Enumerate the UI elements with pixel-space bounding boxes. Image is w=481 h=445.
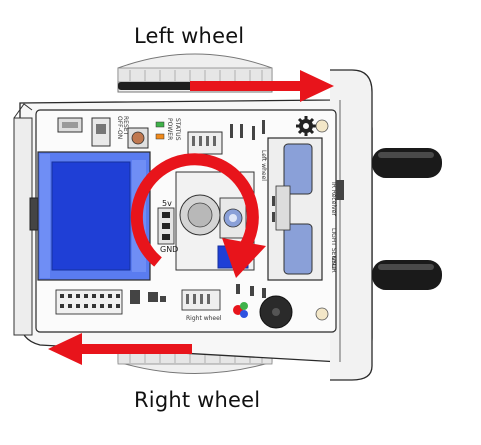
- label-gnd: GND: [160, 245, 178, 254]
- front-tire-bottom: [372, 260, 442, 290]
- bottom-pin-header: [55, 289, 123, 315]
- robot-top-view: OFF-ON RESET POWER STATUS 5v GND IR Rece…: [13, 53, 442, 381]
- label-off-on: OFF-ON: [116, 116, 123, 139]
- front-tire-top: [372, 148, 442, 178]
- pcb: OFF-ON RESET POWER STATUS 5v GND IR Rece…: [29, 109, 344, 333]
- gear-icon: [296, 116, 316, 136]
- left-wheel-caption: Left wheel: [134, 24, 245, 48]
- label-right-wheel-port: Right wheel: [186, 315, 222, 322]
- right-wheel-caption: Right wheel: [134, 388, 261, 412]
- ultrasonic-sensor: [267, 137, 323, 281]
- label-status: STATUS: [174, 118, 181, 141]
- robot-diagram: OFF-ON RESET POWER STATUS 5v GND IR Rece…: [0, 0, 481, 445]
- label-5v: 5v: [162, 199, 172, 208]
- right-wheel-connector: Right wheel: [181, 289, 222, 322]
- label-power: POWER: [166, 118, 173, 140]
- label-gnd-side: GND: [330, 256, 337, 270]
- label-left-wheel-port: Left wheel: [260, 150, 267, 181]
- label-reset: RESET: [122, 116, 129, 136]
- label-ir-receiver: IR Receiver: [330, 182, 337, 216]
